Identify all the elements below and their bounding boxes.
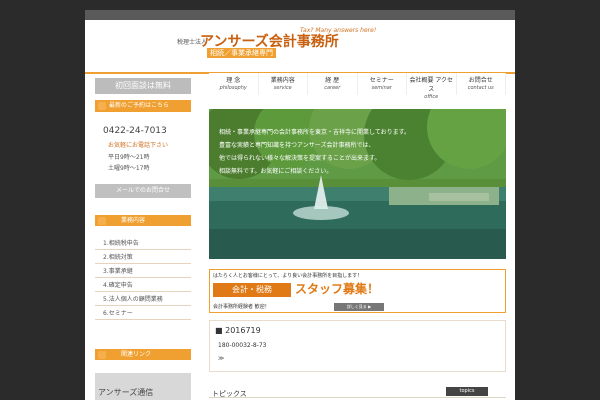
- contact-note: 平日9時～21時: [108, 154, 150, 161]
- business-item[interactable]: 4.確定申告: [95, 279, 191, 292]
- nav-item-label: 理 念: [226, 77, 241, 84]
- nav-item-label: 業務内容: [270, 77, 295, 84]
- hero-copy-line: 他では得られない様々な解決策を提案することが出来ます。: [219, 155, 381, 162]
- phone-number[interactable]: 0422-24-7013: [103, 126, 167, 136]
- nav-item-en: seminar: [371, 85, 392, 91]
- top-bar: [0, 0, 600, 10]
- topics-title: トピックス: [212, 390, 247, 398]
- nav-item-en: contact us: [467, 85, 494, 91]
- newsletter-label: アンサーズ通信: [98, 388, 154, 397]
- business-icon: [98, 217, 106, 225]
- recruit-foot: 会計事務所経験者 歓迎！: [213, 304, 270, 310]
- news-more-arrow[interactable]: ≫: [218, 355, 224, 362]
- nav-item-office[interactable]: 会社概要 アクセス office: [407, 73, 457, 100]
- nav-item-label: お問合せ: [468, 77, 493, 84]
- nav-item-philosophy[interactable]: 理 念 philosophy: [209, 73, 259, 95]
- business-item[interactable]: 6.セミナー: [95, 307, 191, 320]
- recruit-top: はたらく人とお客様にとって、より良い会計事務所を目指します！: [213, 273, 363, 279]
- related-links-heading: 関連リンク: [95, 349, 191, 360]
- main-nav: 理 念 philosophy 業務内容 service 経 歴 career セ…: [209, 73, 506, 100]
- nav-item-seminar[interactable]: セミナー seminar: [357, 73, 407, 95]
- hero-copy-line: 相談無料です。お気軽にご相談ください。: [219, 168, 333, 175]
- news-title: 2016719: [215, 326, 261, 335]
- logo-tagline: Tax? Many answers here!: [300, 27, 377, 34]
- topics-divider: [209, 397, 506, 398]
- nav-item-en: office: [424, 94, 439, 100]
- contact-note: お気軽にお電話下さい: [108, 142, 169, 149]
- nav-item-career[interactable]: 経 歴 career: [308, 73, 358, 95]
- recruit-main: スタッフ募集！: [295, 282, 380, 296]
- recruit-label: 会計・税務: [213, 283, 291, 297]
- nav-item-service[interactable]: 業務内容 service: [258, 73, 308, 95]
- business-item[interactable]: 5.法人個人の顧問業務: [95, 293, 191, 306]
- nav-item-label: 会社概要 アクセス: [409, 77, 454, 93]
- mail-button[interactable]: メールでのお問合せ: [95, 184, 191, 198]
- page-top-strip: [85, 10, 515, 20]
- nav-item-en: philosophy: [219, 85, 247, 91]
- hero-copy-line: 豊富な実績と専門知識を持つアンサーズ会計事務所では、: [219, 142, 375, 149]
- contact-icon: [98, 102, 106, 110]
- nav-item-label: セミナー: [369, 77, 394, 84]
- logo-subtitle: 相続／事業承継専門: [207, 48, 276, 58]
- business-item[interactable]: 3.事業承継: [95, 265, 191, 278]
- business-heading: 業務内容: [95, 215, 191, 226]
- nav-item-label: 経 歴: [325, 77, 340, 84]
- nav-item-contact[interactable]: お問合せ contact us: [456, 73, 506, 95]
- recruit-button[interactable]: 詳しく見る ▶: [334, 303, 384, 311]
- nav-item-en: service: [273, 85, 292, 91]
- news-item[interactable]: 180-00032-8-73: [218, 342, 267, 349]
- contact-heading: 最新のご予約はこちら: [95, 100, 191, 112]
- business-item[interactable]: 2.相続対策: [95, 251, 191, 264]
- hero-copy-line: 相続・事業承継専門の会計事務所を東京・吉祥寺に開業しております。: [219, 129, 411, 136]
- links-icon: [98, 351, 106, 359]
- free-consultation-badge[interactable]: 初回面談は無料: [95, 78, 191, 94]
- contact-note: 土曜9時～17時: [108, 165, 150, 172]
- topics-pill: topics: [446, 387, 488, 396]
- nav-item-en: career: [324, 85, 341, 91]
- business-item[interactable]: 1.相続税申告: [95, 237, 191, 250]
